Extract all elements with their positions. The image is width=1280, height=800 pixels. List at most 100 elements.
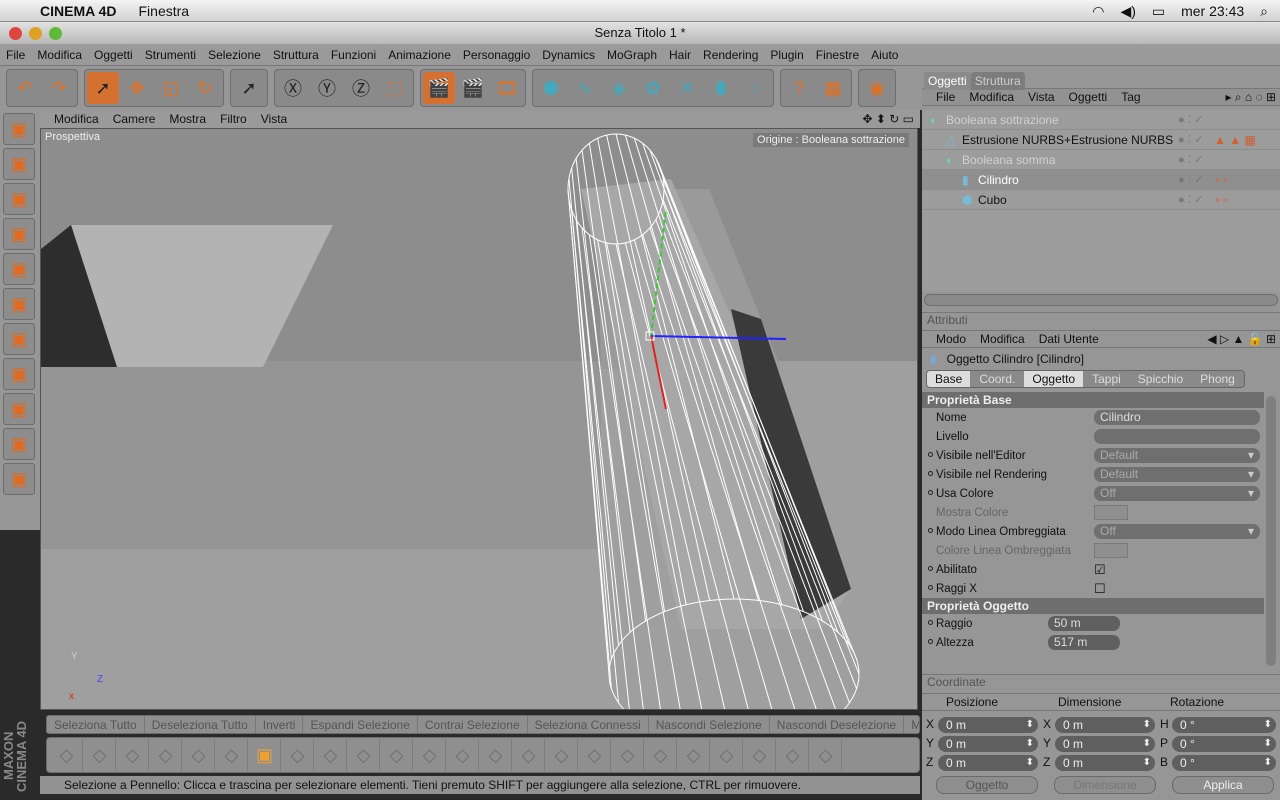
loop-icon[interactable]: ◇ — [282, 739, 314, 771]
move-along-normals-icon[interactable]: ◇ — [546, 739, 578, 771]
edges-icon[interactable]: ▣ — [3, 288, 35, 320]
bevel-icon[interactable]: ◇ — [216, 739, 248, 771]
app-menu[interactable]: CINEMA 4D — [40, 3, 117, 19]
menu-rendering[interactable]: Rendering — [703, 48, 758, 62]
attributes-nav-icons[interactable]: ◀ ▷ ▲ 🔓 ⊞ — [1207, 332, 1276, 346]
render-settings-icon[interactable]: 🎞 — [491, 72, 523, 104]
property-field[interactable]: Off — [1094, 486, 1260, 501]
menu-funzioni[interactable]: Funzioni — [331, 48, 376, 62]
undo-icon[interactable]: ↶ — [9, 72, 41, 104]
object-mode-icon[interactable]: ▣ — [3, 148, 35, 180]
command-button[interactable]: Nascondi Selezione — [649, 716, 770, 733]
coordinate-system-icon[interactable]: ⬚ — [379, 72, 411, 104]
command-button[interactable]: Espandi Selezione — [303, 716, 418, 733]
menu-finestre[interactable]: Finestre — [816, 48, 859, 62]
live-select-icon[interactable]: ➚ — [233, 72, 265, 104]
redo-icon[interactable]: ↷ — [43, 72, 75, 104]
menu-personaggio[interactable]: Personaggio — [463, 48, 530, 62]
matrix-extrude-icon[interactable]: ◇ — [381, 739, 413, 771]
scale-icon[interactable]: ◱ — [155, 72, 187, 104]
attributes-menu-modo[interactable]: Modo — [936, 332, 966, 346]
attributes-scrollbar[interactable] — [1266, 396, 1276, 666]
visibility-toggles[interactable]: ● ⁚ ✓ — [1178, 173, 1203, 186]
slice-icon[interactable]: ◇ — [414, 739, 446, 771]
layout-icon[interactable]: ▦ — [817, 72, 849, 104]
model-mode-icon[interactable]: ▣ — [3, 113, 35, 145]
size-mode-dropdown[interactable]: Dimensione — [1054, 776, 1156, 794]
stitch-icon[interactable]: ◇ — [711, 739, 743, 771]
rotate-icon[interactable]: ↻ — [189, 72, 221, 104]
objects-menu-oggetti[interactable]: Oggetti — [1069, 90, 1108, 104]
menu-selezione[interactable]: Selezione — [208, 48, 261, 62]
texture-axis-icon[interactable]: ▣ — [3, 428, 35, 460]
property-field[interactable]: Default — [1094, 448, 1260, 463]
brush-icon[interactable]: ◇ — [810, 739, 842, 771]
scale-along-normals-icon[interactable]: ◇ — [579, 739, 611, 771]
mirror-icon[interactable]: ◇ — [513, 739, 545, 771]
coord-field[interactable]: 0 m — [938, 755, 1038, 771]
attr-tab-oggetto[interactable]: Oggetto — [1024, 371, 1085, 387]
axis-icon[interactable]: ▣ — [3, 183, 35, 215]
object-tags[interactable]: ∘∘ — [1214, 173, 1229, 187]
points-icon[interactable]: ▣ — [3, 253, 35, 285]
coord-field[interactable]: 0 ° — [1172, 755, 1276, 771]
knife-icon[interactable]: ◇ — [183, 739, 215, 771]
help-icon[interactable]: ? — [783, 72, 815, 104]
animation-dot[interactable] — [928, 528, 933, 533]
split-icon[interactable]: ◇ — [678, 739, 710, 771]
checkbox[interactable]: ☑ — [1094, 562, 1106, 578]
command-button[interactable]: Inverti — [256, 716, 304, 733]
animation-dot[interactable] — [928, 639, 933, 644]
color-swatch[interactable] — [1094, 505, 1128, 520]
extrude-icon[interactable]: ◇ — [117, 739, 149, 771]
polygons-icon[interactable]: ▣ — [3, 323, 35, 355]
viewport-menu-vista[interactable]: Vista — [261, 112, 287, 126]
tree-row[interactable]: ▮ Cilindro ● ⁚ ✓ ∘∘ — [922, 170, 1280, 190]
attr-tab-base[interactable]: Base — [927, 371, 972, 387]
color-swatch[interactable] — [1094, 543, 1128, 558]
object-name[interactable]: Booleana somma — [962, 153, 1055, 167]
command-button[interactable]: Contrai Selezione — [418, 716, 528, 733]
objects-menu-file[interactable]: File — [936, 90, 955, 104]
live-selection-add-icon[interactable]: ▣ — [249, 739, 281, 771]
objects-menu-vista[interactable]: Vista — [1028, 90, 1054, 104]
battery-icon[interactable]: ▭ — [1152, 3, 1165, 20]
viewport-menu-mostra[interactable]: Mostra — [169, 112, 206, 126]
menu-struttura[interactable]: Struttura — [273, 48, 319, 62]
menu-aiuto[interactable]: Aiuto — [871, 48, 898, 62]
object-name[interactable]: Booleana sottrazione — [946, 113, 1059, 127]
animation-dot[interactable] — [928, 471, 933, 476]
coord-field[interactable]: 0 ° — [1172, 736, 1276, 752]
menu-strumenti[interactable]: Strumenti — [145, 48, 196, 62]
select-icon[interactable]: ➚ — [87, 72, 119, 104]
coord-field[interactable]: 0 m — [938, 736, 1038, 752]
sculpt-icon[interactable]: ▣ — [3, 463, 35, 495]
visibility-toggles[interactable]: ● ⁚ ✓ — [1178, 153, 1203, 166]
property-field[interactable] — [1094, 429, 1260, 444]
attributes-menu-dati-utente[interactable]: Dati Utente — [1039, 332, 1099, 346]
smooth-shift-icon[interactable]: ◇ — [348, 739, 380, 771]
coord-field[interactable]: 0 ° — [1172, 717, 1276, 733]
attributes-menu-modifica[interactable]: Modifica — [980, 332, 1025, 346]
cube-icon[interactable]: ⬢ — [535, 72, 567, 104]
coord-field[interactable]: 0 m — [1055, 755, 1155, 771]
command-button[interactable]: Seleziona Tutto — [47, 716, 145, 733]
rotate-normals-icon[interactable]: ◇ — [612, 739, 644, 771]
menu-plugin[interactable]: Plugin — [770, 48, 803, 62]
deformer-icon[interactable]: ✕ — [671, 72, 703, 104]
search-home-icons[interactable]: ▸ ⌕ ⌂ ◌ ⊞ — [1225, 90, 1276, 105]
weld-icon[interactable]: ◇ — [645, 739, 677, 771]
viewport[interactable]: Y Zx Prospettiva Origine : Booleana sottr… — [40, 128, 918, 710]
command-button[interactable]: Seleziona Connessi — [528, 716, 649, 733]
polygon-pen-icon[interactable]: ◇ — [480, 739, 512, 771]
tree-row[interactable]: △ Estrusione NURBS+Estrusione NURBS ● ⁚ ✓ ▲… — [922, 130, 1280, 150]
zoom-button[interactable] — [49, 27, 62, 40]
render-view-icon[interactable]: 🎬 — [423, 72, 455, 104]
particle-icon[interactable]: ⁘ — [739, 72, 771, 104]
object-name[interactable]: Estrusione NURBS+Estrusione NURBS — [962, 133, 1173, 147]
visibility-toggles[interactable]: ● ⁚ ✓ — [1178, 133, 1203, 146]
viewport-menu-filtro[interactable]: Filtro — [220, 112, 247, 126]
iron-icon[interactable]: ◇ — [777, 739, 809, 771]
z-axis-icon[interactable]: Ⓩ — [345, 72, 377, 104]
melt-icon[interactable]: ◇ — [744, 739, 776, 771]
